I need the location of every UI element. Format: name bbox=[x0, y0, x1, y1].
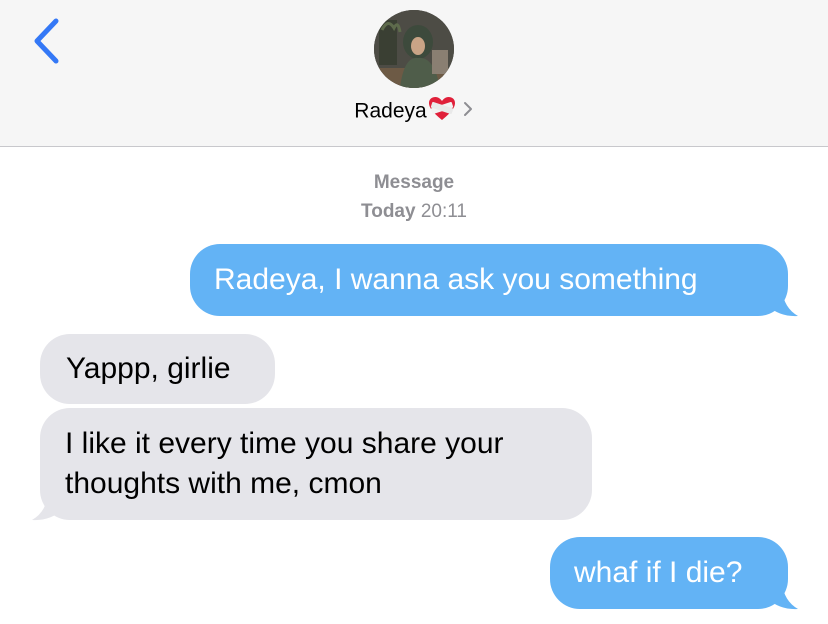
message-text: Radeya, I wanna ask you something bbox=[214, 263, 698, 296]
service-label: Message bbox=[0, 172, 828, 194]
timestamp-day: Today bbox=[361, 201, 416, 222]
avatar-photo bbox=[374, 10, 454, 88]
chevron-right-icon bbox=[462, 101, 474, 122]
conversation-header: Radeya bbox=[0, 0, 828, 147]
contact-name: Radeya bbox=[354, 99, 427, 123]
chevron-left-icon bbox=[34, 18, 59, 64]
message-text: Yappp, girlie bbox=[66, 352, 231, 385]
mending-heart-icon bbox=[428, 96, 456, 127]
timestamp-time: 20:11 bbox=[420, 201, 467, 222]
timestamp: Today 20:11 bbox=[0, 201, 828, 223]
sent-message-bubble[interactable]: Radeya, I wanna ask you something bbox=[190, 244, 788, 316]
avatar[interactable] bbox=[374, 10, 454, 88]
contact-name-button[interactable]: Radeya bbox=[0, 96, 828, 128]
back-button[interactable] bbox=[26, 16, 70, 66]
sent-bubble-tail bbox=[768, 583, 798, 610]
received-message-bubble[interactable]: I like it every time you share your thou… bbox=[40, 408, 592, 520]
message-text: whaf if I die? bbox=[574, 556, 743, 589]
received-bubble-tail bbox=[32, 494, 62, 521]
message-text: I like it every time you share your thou… bbox=[65, 427, 504, 500]
received-message-bubble[interactable]: Yappp, girlie bbox=[40, 334, 275, 404]
service-label-text: Message bbox=[373, 172, 455, 193]
sent-bubble-tail bbox=[768, 290, 798, 317]
sent-message-bubble[interactable]: whaf if I die? bbox=[550, 537, 788, 609]
